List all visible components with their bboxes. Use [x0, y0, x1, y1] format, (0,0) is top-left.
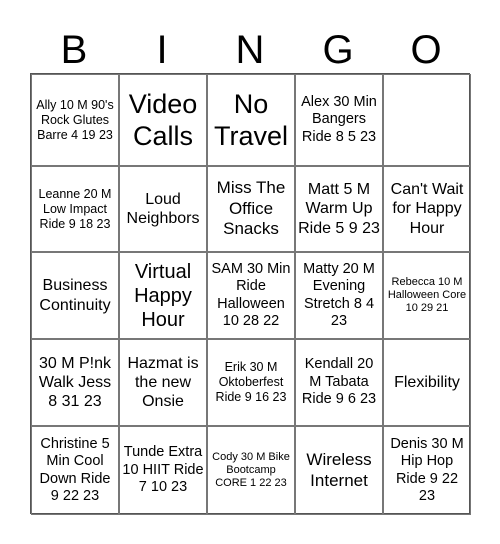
- bingo-cell[interactable]: SAM 30 Min Ride Halloween 10 28 22: [207, 252, 295, 339]
- header-letter-n: N: [235, 28, 265, 72]
- bingo-cell[interactable]: Cody 30 M Bike Bootcamp CORE 1 22 23: [207, 426, 295, 515]
- bingo-card-grid: Ally 10 M 90's Rock Glutes Barre 4 19 23…: [30, 73, 471, 515]
- bingo-cell[interactable]: Tunde Extra 10 HIIT Ride 7 10 23: [119, 426, 207, 515]
- bingo-cell[interactable]: Leanne 20 M Low Impact Ride 9 18 23: [31, 166, 119, 252]
- bingo-cell[interactable]: Wireless Internet: [295, 426, 383, 515]
- bingo-cell[interactable]: Matty 20 M Evening Stretch 8 4 23: [295, 252, 383, 339]
- bingo-cell[interactable]: Denis 30 M Hip Hop Ride 9 22 23: [383, 426, 471, 515]
- bingo-cell[interactable]: Virtual Happy Hour: [119, 252, 207, 339]
- bingo-cell[interactable]: Christine 5 Min Cool Down Ride 9 22 23: [31, 426, 119, 515]
- bingo-cell[interactable]: [383, 74, 471, 166]
- bingo-cell[interactable]: Matt 5 M Warm Up Ride 5 9 23: [295, 166, 383, 252]
- bingo-cell[interactable]: Alex 30 Min Bangers Ride 8 5 23: [295, 74, 383, 166]
- bingo-cell[interactable]: Hazmat is the new Onsie: [119, 339, 207, 426]
- bingo-cell[interactable]: Flexibility: [383, 339, 471, 426]
- header-letter-o: O: [410, 28, 442, 72]
- bingo-cell[interactable]: Kendall 20 M Tabata Ride 9 6 23: [295, 339, 383, 426]
- bingo-cell[interactable]: Business Continuity: [31, 252, 119, 339]
- bingo-cell[interactable]: Erik 30 M Oktoberfest Ride 9 16 23: [207, 339, 295, 426]
- bingo-cell[interactable]: Video Calls: [119, 74, 207, 166]
- bingo-cell[interactable]: Loud Neighbors: [119, 166, 207, 252]
- bingo-cell[interactable]: Can't Wait for Happy Hour: [383, 166, 471, 252]
- bingo-header: B I N G O: [30, 26, 470, 74]
- bingo-cell[interactable]: Miss The Office Snacks: [207, 166, 295, 252]
- header-letter-g: G: [322, 28, 354, 72]
- header-letter-i: I: [156, 28, 168, 72]
- bingo-cell[interactable]: Ally 10 M 90's Rock Glutes Barre 4 19 23: [31, 74, 119, 166]
- bingo-cell[interactable]: 30 M P!nk Walk Jess 8 31 23: [31, 339, 119, 426]
- header-letter-b: B: [60, 28, 88, 72]
- bingo-cell[interactable]: Rebecca 10 M Halloween Core 10 29 21: [383, 252, 471, 339]
- bingo-cell[interactable]: No Travel: [207, 74, 295, 166]
